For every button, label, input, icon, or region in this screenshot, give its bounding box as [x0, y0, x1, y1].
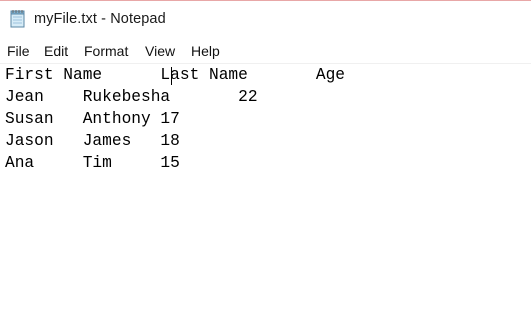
menu-edit[interactable]: Edit [44, 43, 68, 59]
text-line-5: Ana Tim 15 [5, 154, 180, 172]
window-title: myFile.txt - Notepad [34, 11, 166, 27]
title-bar[interactable]: myFile.txt - Notepad [0, 0, 531, 40]
text-line-2: Jean Rukebesha 22 [5, 88, 258, 106]
menu-format[interactable]: Format [84, 43, 128, 59]
menu-help[interactable]: Help [191, 43, 220, 59]
notepad-icon [10, 9, 26, 28]
text-line-3: Susan Anthony 17 [5, 110, 180, 128]
text-caret [171, 67, 172, 85]
menu-file[interactable]: File [7, 43, 30, 59]
text-line-4: Jason James 18 [5, 132, 180, 150]
notepad-window: myFile.txt - Notepad File Edit Format Vi… [0, 0, 531, 336]
text-editor-area[interactable]: First Name Last Name Age Jean Rukebesha … [0, 64, 531, 336]
menu-bar: File Edit Format View Help [0, 40, 531, 62]
menu-view[interactable]: View [145, 43, 175, 59]
title-bar-accent [0, 0, 531, 1]
text-line-1: First Name Last Name Age [5, 66, 345, 84]
